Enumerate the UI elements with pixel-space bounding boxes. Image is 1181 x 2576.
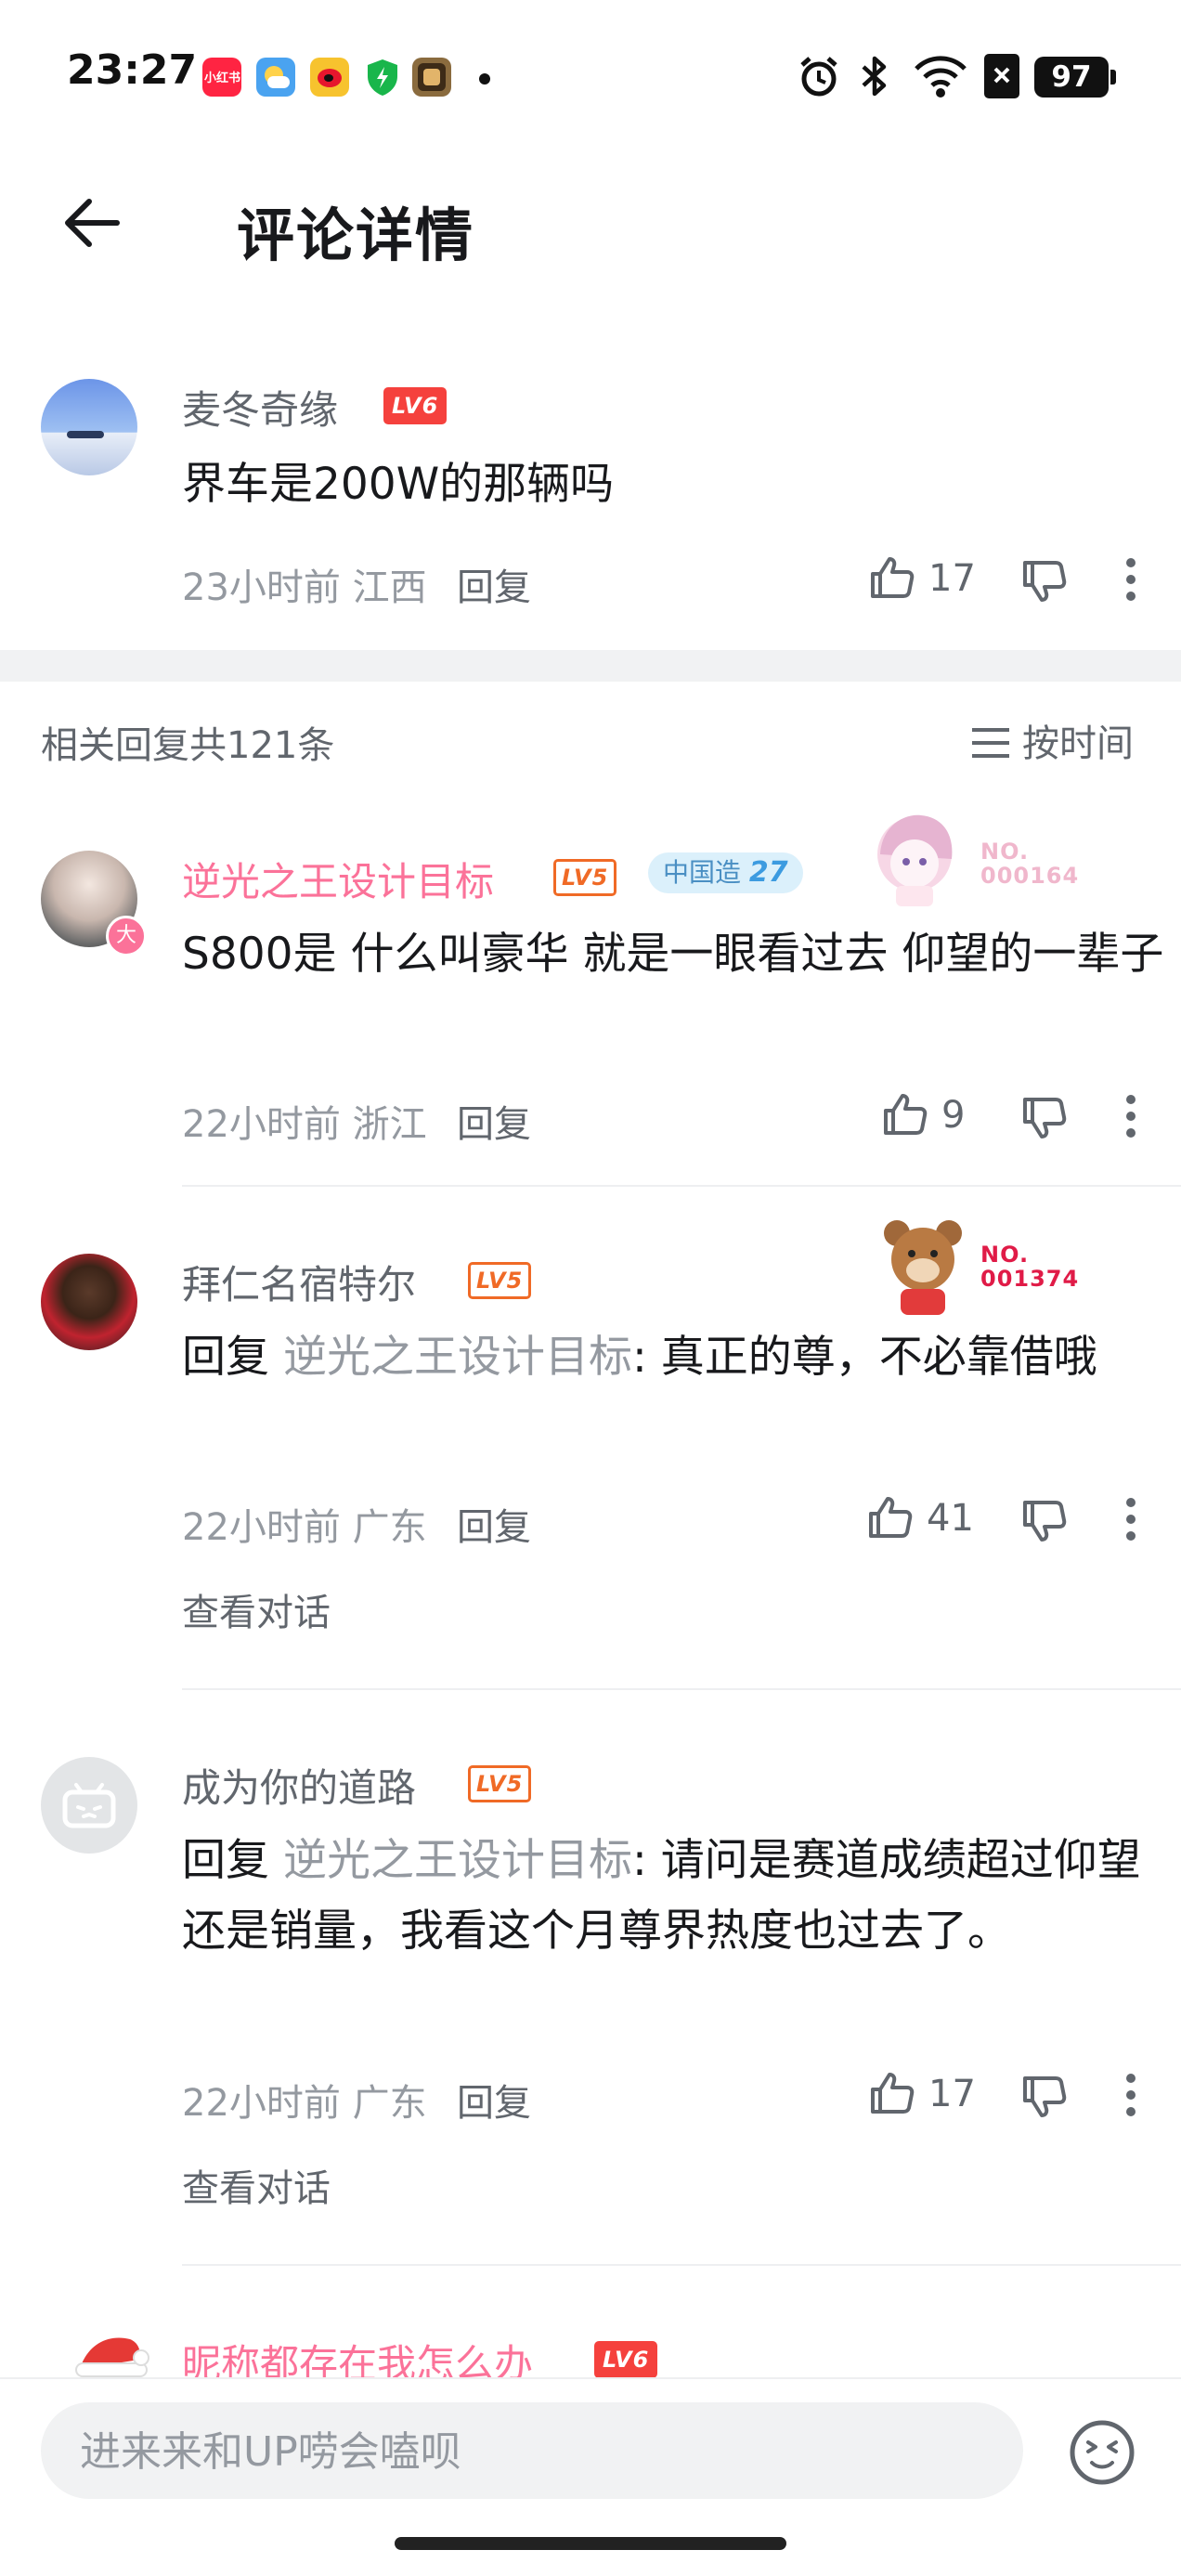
level-badge: LV6 xyxy=(594,2341,658,2378)
thumbs-up-icon xyxy=(884,1094,928,1135)
view-conversation-link[interactable]: 查看对话 xyxy=(182,2158,331,2212)
dislike-button[interactable] xyxy=(1019,1094,1068,1142)
reply-content: S800是 什么叫豪华 就是一眼看过去 仰望的一辈子 xyxy=(182,929,1164,980)
comment-input-container[interactable] xyxy=(41,2402,1023,2501)
page-title: 评论详情 xyxy=(237,202,475,269)
thumbs-down-icon xyxy=(1023,1098,1067,1138)
fan-number: NO. 000164 xyxy=(980,839,1080,889)
divider xyxy=(182,2264,1181,2266)
avatar[interactable]: 大 xyxy=(41,851,147,956)
comment-meta: 22小时前 广东 xyxy=(182,1506,427,1549)
more-vertical-icon xyxy=(1126,1095,1136,1138)
thumbs-down-icon xyxy=(1023,2076,1067,2117)
reply-content: 回复 逆光之王设计目标: 真正的尊，不必靠借哦 xyxy=(182,1332,1097,1383)
like-count: 17 xyxy=(928,2073,976,2115)
avatar[interactable] xyxy=(41,1757,137,1854)
more-vertical-icon xyxy=(1126,2074,1136,2116)
medal-level: 27 xyxy=(748,856,788,889)
comment-meta: 23小时前 江西 xyxy=(182,557,427,611)
comment-location: 江西 xyxy=(352,566,427,609)
sort-button[interactable]: 按时间 xyxy=(970,713,1134,767)
comment-meta: 22小时前 浙江 xyxy=(182,1103,427,1146)
alarm-icon xyxy=(797,54,841,98)
mention-link[interactable]: 逆光之王设计目标 xyxy=(283,1835,632,1886)
dislike-button[interactable] xyxy=(1019,1497,1068,1545)
bluetooth-icon xyxy=(856,54,893,98)
battery-icon: 97 xyxy=(1034,57,1116,98)
level-badge: LV6 xyxy=(383,387,448,424)
more-button[interactable] xyxy=(1120,1495,1142,1547)
reply-button[interactable]: 回复 xyxy=(457,2073,531,2127)
fan-number: NO. 001374 xyxy=(980,1242,1080,1292)
username[interactable]: 麦冬奇缘 xyxy=(182,379,338,436)
avatar[interactable] xyxy=(41,379,137,475)
avatar[interactable] xyxy=(41,1254,137,1350)
divider xyxy=(182,1688,1181,1690)
reply-button[interactable]: 回复 xyxy=(457,1094,531,1148)
like-button[interactable] xyxy=(865,1493,914,1542)
divider xyxy=(182,1185,1181,1187)
fan-card-avatar-icon xyxy=(863,808,975,910)
comment-meta: 22小时前 广东 xyxy=(182,2082,427,2125)
notification-dot-icon xyxy=(479,73,490,85)
like-button[interactable] xyxy=(867,2069,915,2117)
reply-content: 回复 逆光之王设计目标: 请问是赛道成绩超过仰望还是销量，我看这个月尊界热度也过… xyxy=(182,1835,1141,1957)
status-bar: 23:27 小红书 97 xyxy=(0,0,1181,149)
shield-icon xyxy=(364,58,401,97)
santa-hat-icon xyxy=(75,2337,149,2377)
username[interactable]: 逆光之王设计目标 xyxy=(182,851,494,907)
sort-label: 按时间 xyxy=(1022,722,1134,765)
xiaohongshu-icon: 小红书 xyxy=(202,58,241,97)
weather-icon xyxy=(256,58,295,97)
more-vertical-icon xyxy=(1126,558,1136,601)
level-badge: LV5 xyxy=(468,1262,532,1299)
default-avatar-icon xyxy=(62,1783,116,1828)
emoji-icon xyxy=(1070,2420,1135,2485)
level-badge: LV5 xyxy=(553,859,617,896)
reply-count: 相关回复共121条 xyxy=(41,724,335,767)
avatar[interactable] xyxy=(74,2326,152,2378)
sim-off-icon xyxy=(984,54,1019,98)
medal-name: 中国造 xyxy=(663,857,742,888)
thumbs-up-icon xyxy=(871,2073,915,2114)
dislike-button[interactable] xyxy=(1019,557,1068,605)
username[interactable]: 成为你的道路 xyxy=(182,1757,416,1814)
comment-input[interactable] xyxy=(78,2402,992,2501)
back-button[interactable] xyxy=(56,186,130,260)
game-icon xyxy=(412,58,451,97)
like-count: 41 xyxy=(927,1497,974,1540)
vip-badge: 大 xyxy=(106,916,147,956)
more-vertical-icon xyxy=(1126,1498,1136,1541)
username[interactable]: 拜仁名宿特尔 xyxy=(182,1254,416,1310)
level-badge: LV5 xyxy=(468,1765,532,1802)
like-count: 17 xyxy=(928,557,976,600)
home-indicator[interactable] xyxy=(395,2537,786,2550)
emoji-button[interactable] xyxy=(1068,2418,1136,2487)
like-count: 9 xyxy=(941,1094,966,1137)
more-button[interactable] xyxy=(1120,1092,1142,1144)
like-button[interactable] xyxy=(880,1090,928,1138)
more-button[interactable] xyxy=(1120,555,1142,607)
thumbs-down-icon xyxy=(1023,1501,1067,1542)
status-time: 23:27 xyxy=(67,46,198,94)
view-conversation-link[interactable]: 查看对话 xyxy=(182,1582,331,1636)
wifi-icon xyxy=(914,56,967,98)
fan-medal[interactable]: 中国造 27 xyxy=(648,852,803,893)
dislike-button[interactable] xyxy=(1019,2073,1068,2121)
list-icon xyxy=(972,728,1009,758)
comment-time: 23小时前 xyxy=(182,566,341,609)
mention-link[interactable]: 逆光之王设计目标 xyxy=(283,1332,632,1383)
like-button[interactable] xyxy=(867,553,915,602)
section-divider xyxy=(0,650,1181,682)
fan-card-avatar-icon xyxy=(876,1215,969,1317)
arrow-left-icon xyxy=(65,199,120,247)
comment-content: 界车是200W的那辆吗 xyxy=(182,459,615,510)
thumbs-down-icon xyxy=(1023,561,1067,602)
weibo-icon xyxy=(310,58,349,97)
more-button[interactable] xyxy=(1120,2071,1142,2123)
reply-button[interactable]: 回复 xyxy=(457,557,531,611)
thumbs-up-icon xyxy=(871,557,915,598)
thumbs-up-icon xyxy=(869,1497,913,1538)
reply-button[interactable]: 回复 xyxy=(457,1497,531,1551)
